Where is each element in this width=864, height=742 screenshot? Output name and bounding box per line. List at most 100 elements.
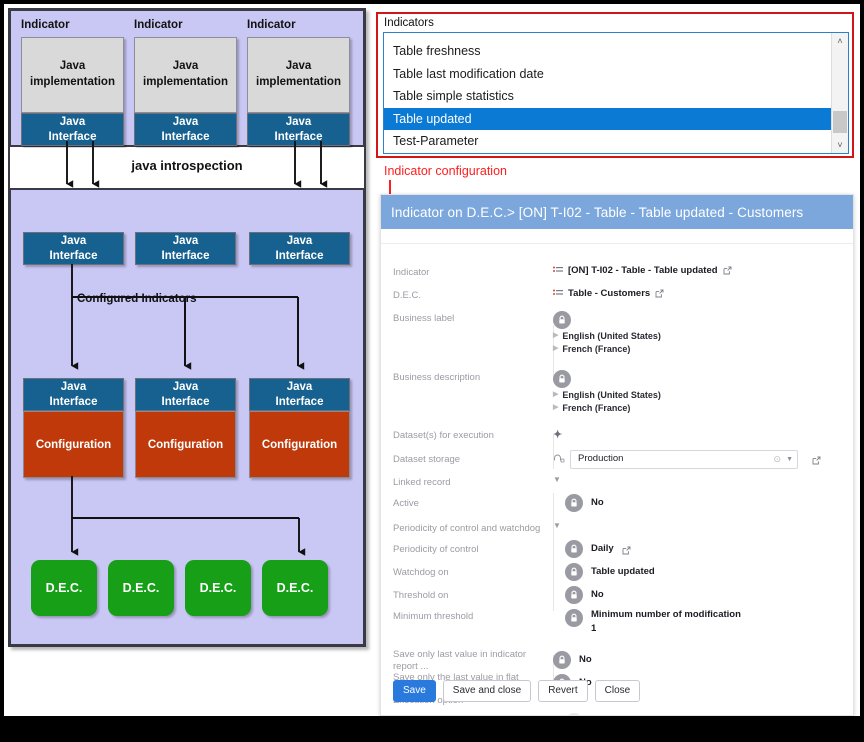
lock-icon (565, 586, 583, 604)
java-implementation-box-1: Javaimplementation (21, 37, 124, 113)
field-value-indicator: [ON] T-I02 - Table - Table updated (568, 265, 718, 278)
field-value-dec: Table - Customers (568, 288, 650, 301)
chevron-down-icon[interactable]: ▼ (786, 455, 793, 464)
external-link-icon[interactable] (812, 456, 821, 465)
field-watchdog-on: Watchdog on Table updated (393, 563, 843, 581)
field-label-periodicity-of-control: Periodicity of control (393, 542, 553, 556)
configured-indicators-panel: JavaInterface JavaInterface JavaInterfac… (9, 188, 365, 646)
language-row-english[interactable]: ▶English (United States) (553, 330, 661, 342)
list-item-test-parameter[interactable]: Test-Parameter (384, 130, 832, 153)
dataset-storage-value: Production (578, 453, 774, 466)
field-label-periodicity-group: Periodicity of control and watchdog (393, 521, 553, 535)
card-body: Indicator [ON] T-I02 - Table - Table upd… (381, 229, 853, 715)
field-label-threshold-on: Threshold on (393, 588, 553, 602)
dataset-storage-select[interactable]: Production ⊙ ▼ (570, 450, 798, 469)
scroll-up-icon[interactable]: ˄ (832, 33, 848, 49)
indicators-listbox[interactable]: Table freshness Table last modification … (383, 32, 849, 154)
chevron-right-icon: ▶ (553, 403, 558, 412)
lock-icon (565, 540, 583, 558)
field-minimum-threshold: Minimum threshold Minimum number of modi… (393, 609, 843, 636)
field-periodicity-of-control: Periodicity of control Daily (393, 540, 843, 558)
external-link-icon[interactable] (622, 546, 631, 555)
listbox-scrollbar[interactable]: ˄ ˅ (831, 33, 848, 153)
field-value-watchdog-on: Table updated (591, 566, 655, 579)
indicators-portfolio-group: Indicators Indicator portfolio Table fre… (376, 12, 854, 158)
java-interface-box-cfg-1: JavaInterface (23, 378, 124, 411)
external-link-icon[interactable] (723, 266, 732, 275)
configuration-box-1: Configuration (23, 411, 124, 478)
list-icon (553, 289, 563, 298)
configured-indicators-label: Configured Indicators (77, 293, 196, 305)
field-value-minimum-threshold-count: 1 (591, 623, 741, 636)
field-periodicity-group: Periodicity of control and watchdog ▼ (393, 521, 843, 535)
field-label-active: Active (393, 496, 553, 510)
storage-icon (553, 453, 565, 466)
chevron-down-icon[interactable]: ▼ (553, 475, 561, 486)
indicators-label: Indicators (384, 17, 434, 29)
revert-button[interactable]: Revert (538, 680, 587, 702)
list-item-partial (384, 33, 832, 40)
save-button[interactable]: Save (393, 680, 436, 702)
field-label-business-description: Business description (393, 370, 553, 384)
field-active-secondary: Active Yes (393, 713, 843, 716)
field-datasets-for-execution: Dataset(s) for execution ✦ (393, 428, 843, 443)
dec-box-1: D.E.C. (31, 560, 97, 616)
indicators-panel-top: Indicator Indicator Indicator Javaimplem… (9, 9, 365, 147)
language-row-french[interactable]: ▶French (France) (553, 402, 661, 414)
architecture-diagram: Indicator Indicator Indicator Javaimplem… (8, 8, 366, 647)
field-value-minimum-threshold: Minimum number of modification (591, 609, 741, 622)
column-title-indicator-1: Indicator (21, 19, 70, 31)
java-interface-box-mid-2: JavaInterface (135, 232, 236, 265)
java-interface-box-top-3: JavaInterface (247, 113, 350, 146)
field-label-watchdog-on: Watchdog on (393, 565, 553, 579)
lock-icon (565, 713, 583, 716)
scroll-down-icon[interactable]: ˅ (832, 137, 848, 153)
java-implementation-box-3: Javaimplementation (247, 37, 350, 113)
save-and-close-button[interactable]: Save and close (443, 680, 531, 702)
field-label-dec: D.E.C. (393, 288, 553, 302)
java-introspection-band: java introspection (10, 148, 364, 188)
column-title-indicator-2: Indicator (134, 19, 183, 31)
language-row-french[interactable]: ▶French (France) (553, 343, 661, 355)
external-link-icon[interactable] (655, 289, 664, 298)
field-business-label: Business label ▶English (United States) … (393, 311, 843, 355)
java-interface-box-mid-3: JavaInterface (249, 232, 350, 265)
field-label-linked-record: Linked record (393, 475, 553, 489)
list-item-table-freshness[interactable]: Table freshness (384, 40, 832, 63)
add-icon[interactable]: ✦ (553, 428, 562, 443)
scrollbar-thumb[interactable] (833, 111, 847, 133)
java-implementation-box-2: Javaimplementation (134, 37, 237, 113)
list-item-table-simple-statistics[interactable]: Table simple statistics (384, 85, 832, 108)
configuration-box-2: Configuration (135, 411, 236, 478)
java-interface-box-top-2: JavaInterface (134, 113, 237, 146)
indicator-configuration-annotation: Indicator configuration (384, 164, 507, 178)
language-label: French (France) (562, 343, 630, 355)
dec-box-2: D.E.C. (108, 560, 174, 616)
field-threshold-on: Threshold on No (393, 586, 843, 604)
field-active: Active No (393, 494, 843, 512)
screenshot-root: Indicator Indicator Indicator Javaimplem… (0, 0, 864, 742)
list-item-table-last-modification-date[interactable]: Table last modification date (384, 63, 832, 86)
indicators-list: Table freshness Table last modification … (384, 33, 832, 153)
dec-box-3: D.E.C. (185, 560, 251, 616)
field-dec: D.E.C. Table - Customers (393, 288, 843, 302)
card-title: Indicator on D.E.C.> [ON] T-I02 - Table … (381, 195, 853, 229)
field-label-active-secondary: Active (393, 715, 553, 716)
close-button[interactable]: Close (595, 680, 641, 702)
list-icon (553, 266, 563, 275)
configuration-box-3: Configuration (249, 411, 350, 478)
column-title-indicator-3: Indicator (247, 19, 296, 31)
list-item-table-updated[interactable]: Table updated (384, 108, 832, 131)
right-column: Indicators Indicator portfolio Table fre… (374, 8, 860, 720)
field-dataset-storage: Dataset storage Production ⊙ ▼ (393, 450, 843, 469)
chevron-down-icon[interactable]: ▼ (553, 521, 561, 532)
field-label-datasets-for-execution: Dataset(s) for execution (393, 428, 553, 442)
clear-icon[interactable]: ⊙ (774, 453, 782, 465)
language-label: English (United States) (562, 389, 661, 401)
field-value-threshold-on: No (591, 589, 604, 602)
java-interface-box-cfg-2: JavaInterface (135, 378, 236, 411)
lock-icon (553, 651, 571, 669)
field-linked-record: Linked record ▼ (393, 475, 843, 489)
language-row-english[interactable]: ▶English (United States) (553, 389, 661, 401)
dec-box-4: D.E.C. (262, 560, 328, 616)
